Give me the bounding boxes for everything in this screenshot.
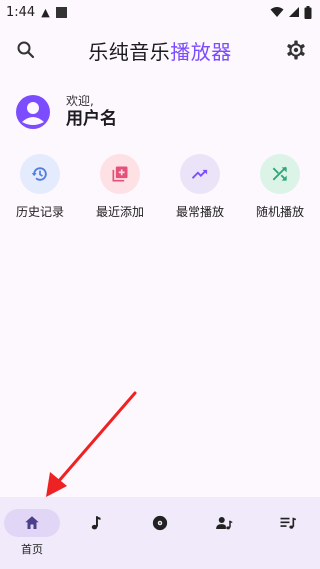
artists-pill	[196, 509, 252, 537]
songs-pill	[68, 509, 124, 537]
quick-action-history[interactable]: 历史记录	[0, 154, 80, 220]
library-add-icon	[112, 166, 128, 182]
trending-up-icon-circle	[180, 154, 220, 194]
nav-songs[interactable]	[64, 509, 128, 559]
username: 用户名	[66, 109, 117, 129]
user-text: 欢迎, 用户名	[66, 94, 117, 130]
settings-button[interactable]	[284, 38, 308, 62]
wifi-icon	[270, 7, 284, 17]
nav-home[interactable]: 首页	[0, 509, 64, 559]
page-title: 乐纯音乐播放器	[0, 36, 320, 65]
avatar-icon	[16, 95, 50, 129]
bottom-nav: 首页	[0, 497, 320, 569]
playlists-pill	[260, 509, 316, 537]
trending-up-icon	[191, 169, 208, 179]
shuffle-icon-circle	[260, 154, 300, 194]
notification-square-icon	[55, 6, 67, 18]
gear-icon	[287, 40, 305, 60]
quick-action-label: 随机播放	[255, 205, 304, 219]
quick-action-label: 最近添加	[95, 205, 144, 219]
nav-home-label: 首页	[21, 543, 43, 556]
music-note-icon	[91, 516, 101, 530]
playlist-icon	[280, 517, 296, 529]
notification-a-icon: ▲	[41, 5, 50, 19]
quick-actions: 历史记录 最近添加 最常播放 随机播放	[0, 154, 320, 224]
quick-action-label: 最常播放	[175, 205, 224, 219]
battery-icon	[304, 5, 312, 19]
annotation-arrow	[46, 391, 137, 497]
title-main: 乐纯音乐	[88, 40, 171, 64]
status-time: 1:44	[6, 4, 36, 20]
library-add-icon-circle	[100, 154, 140, 194]
albums-pill	[132, 509, 188, 537]
nav-artists[interactable]	[192, 509, 256, 559]
user-profile[interactable]: 欢迎, 用户名	[16, 94, 117, 130]
status-bar: 1:44 ▲	[0, 0, 320, 24]
title-accent: 播放器	[170, 40, 232, 64]
shuffle-icon	[272, 166, 287, 181]
history-icon	[31, 167, 47, 181]
app-bar: 乐纯音乐播放器	[0, 30, 320, 70]
home-icon	[25, 516, 39, 529]
status-right	[270, 5, 312, 19]
nav-albums[interactable]	[128, 509, 192, 559]
nav-playlists[interactable]	[256, 509, 320, 559]
artist-icon	[216, 517, 233, 530]
quick-action-most-played[interactable]: 最常播放	[160, 154, 240, 220]
welcome-text: 欢迎,	[66, 94, 94, 108]
signal-icon	[289, 7, 299, 17]
quick-action-shuffle[interactable]: 随机播放	[240, 154, 320, 220]
home-pill	[4, 509, 60, 537]
album-icon	[152, 515, 168, 531]
status-left: 1:44 ▲	[6, 5, 67, 20]
history-icon-circle	[20, 154, 60, 194]
quick-action-label: 历史记录	[15, 205, 64, 219]
quick-action-recent[interactable]: 最近添加	[80, 154, 160, 220]
